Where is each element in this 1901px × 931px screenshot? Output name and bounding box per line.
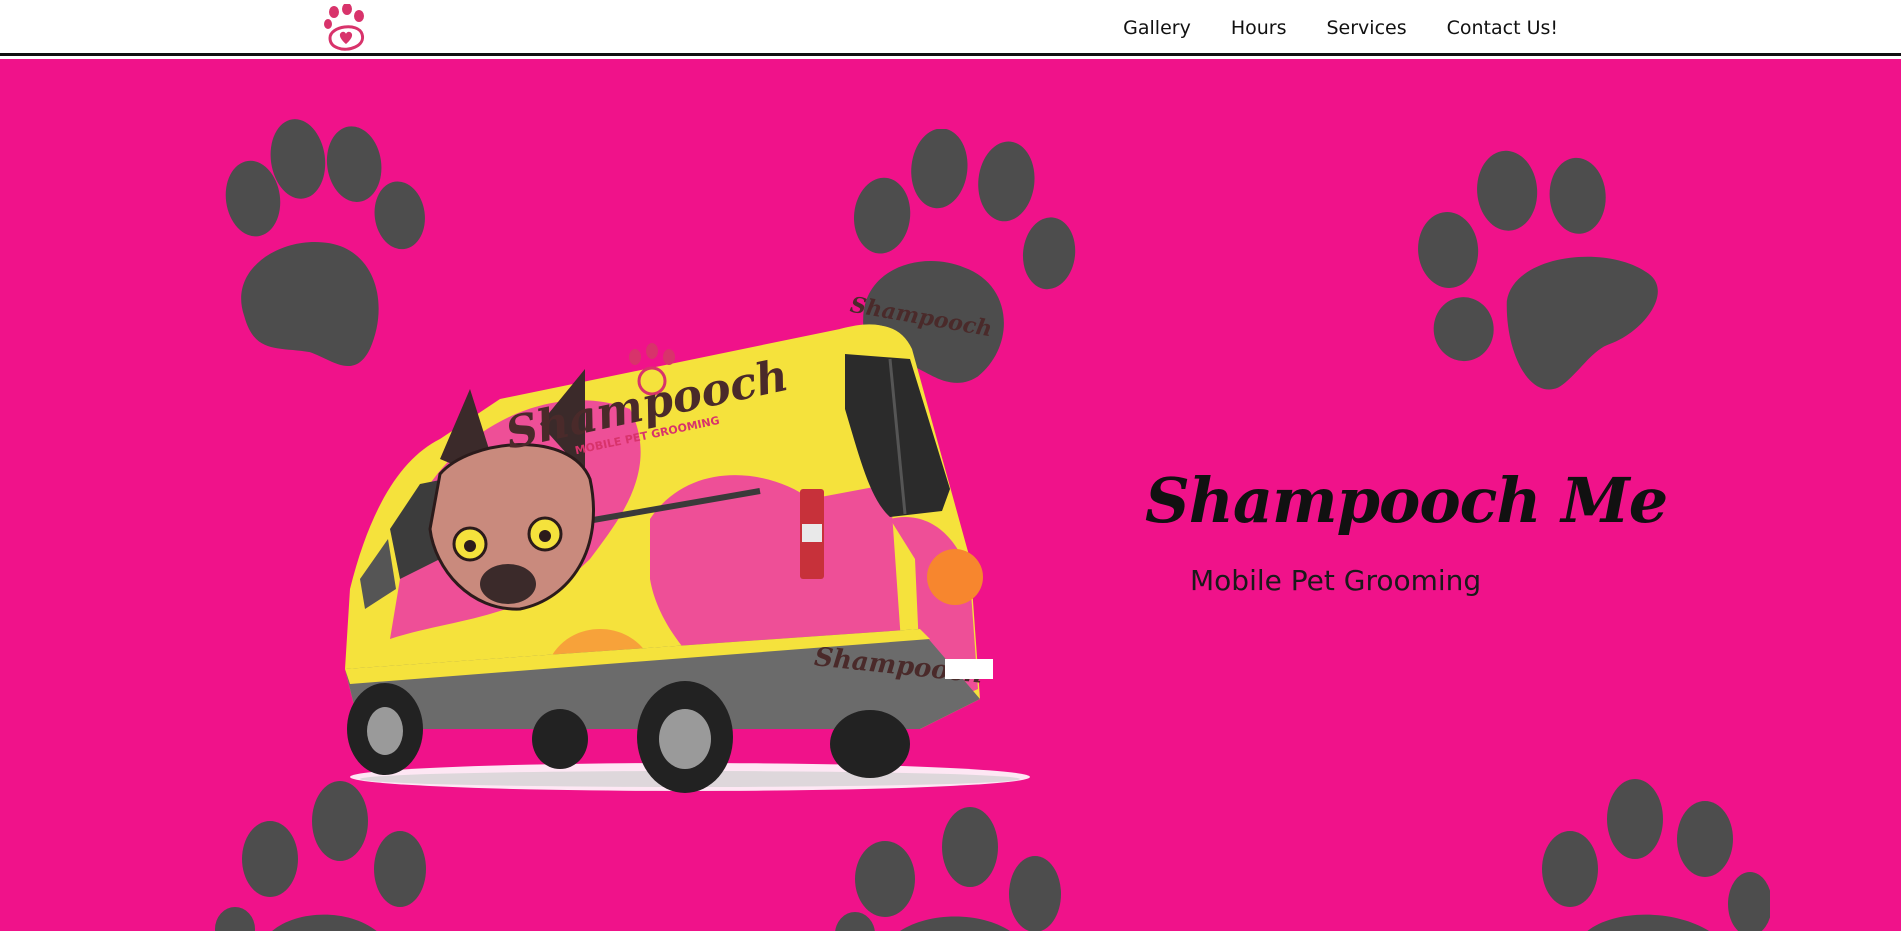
nav-link-hours[interactable]: Hours bbox=[1231, 17, 1287, 39]
van-front-wheel bbox=[347, 683, 423, 775]
top-navbar: Gallery Hours Services Contact Us! bbox=[0, 0, 1901, 56]
paw-print-icon bbox=[1418, 150, 1658, 390]
hero-section: Shampooch MOBILE PET GROOMING Shampooch … bbox=[0, 59, 1901, 931]
nav-menu: Gallery Hours Services Contact Us! bbox=[1123, 0, 1558, 56]
grooming-van-illustration: Shampooch MOBILE PET GROOMING Shampooch … bbox=[345, 292, 1030, 793]
nav-link-gallery[interactable]: Gallery bbox=[1123, 17, 1191, 39]
nav-link-services[interactable]: Services bbox=[1326, 17, 1406, 39]
van-middle-wheel bbox=[532, 709, 588, 769]
paw-print-icon bbox=[835, 807, 1061, 931]
van-rear-wheel bbox=[637, 681, 733, 793]
paw-heart-logo-icon[interactable] bbox=[320, 4, 370, 52]
paw-print-icon bbox=[1542, 779, 1770, 931]
hero-subtitle: Mobile Pet Grooming bbox=[1190, 564, 1482, 597]
hero-title: Shampooch Me bbox=[1145, 464, 1668, 537]
nav-link-contact-us[interactable]: Contact Us! bbox=[1447, 17, 1558, 39]
van-rear-right-wheel bbox=[830, 710, 910, 778]
paw-print-icon bbox=[215, 781, 426, 931]
